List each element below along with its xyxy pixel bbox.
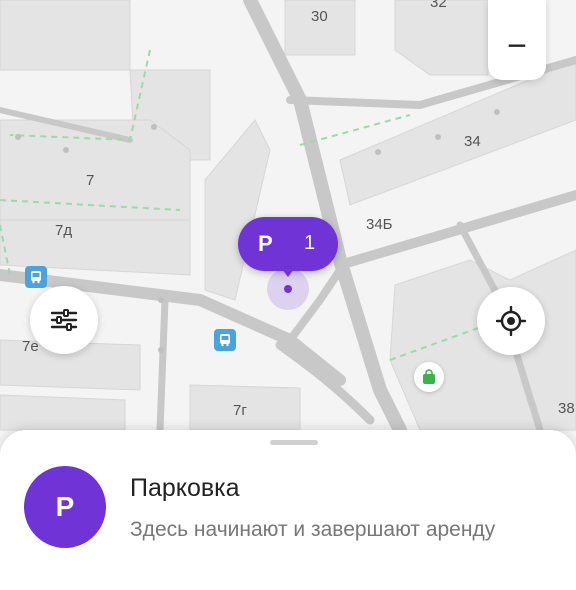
zoom-out-button[interactable]: − [488,0,546,80]
building-label-7: 7 [86,172,95,189]
drag-handle[interactable] [270,440,318,445]
shopping-bag-icon[interactable] [414,362,444,392]
parking-avatar-letter: P [55,491,75,522]
bus-stop-icon[interactable] [25,266,47,288]
parking-pin[interactable]: P 1 [238,217,338,277]
bottom-sheet[interactable]: P Парковка Здесь начинают и завершают ар… [0,430,576,590]
building-label-34b: 34Б [366,216,393,233]
parking-pin-letter: P [258,231,273,256]
pin-tail [279,265,297,277]
building-label-32: 32 [430,0,447,11]
parking-pin-count: 1 [304,232,316,254]
building-top-left [0,0,131,71]
building-label-7g: 7г [233,402,247,419]
sheet-subtitle: Здесь начинают и завершают аренду [130,518,496,541]
building-label-38: 38 [558,400,575,417]
road-vertical-left [156,296,169,434]
location-dot [284,285,292,293]
sliders-icon [50,309,78,331]
minus-icon: − [507,27,527,65]
my-location-button[interactable] [477,287,545,355]
filter-button[interactable] [30,286,98,354]
sheet-title: Парковка [130,474,240,502]
bus-stop-icon[interactable] [214,329,236,351]
crosshair-icon [496,306,526,336]
building-label-7d: 7д [55,222,73,239]
building-label-34: 34 [464,133,481,150]
building-lower-left [0,394,126,431]
parking-avatar: P [24,466,106,548]
building-label-30: 30 [311,8,328,25]
building-7 [0,119,191,226]
